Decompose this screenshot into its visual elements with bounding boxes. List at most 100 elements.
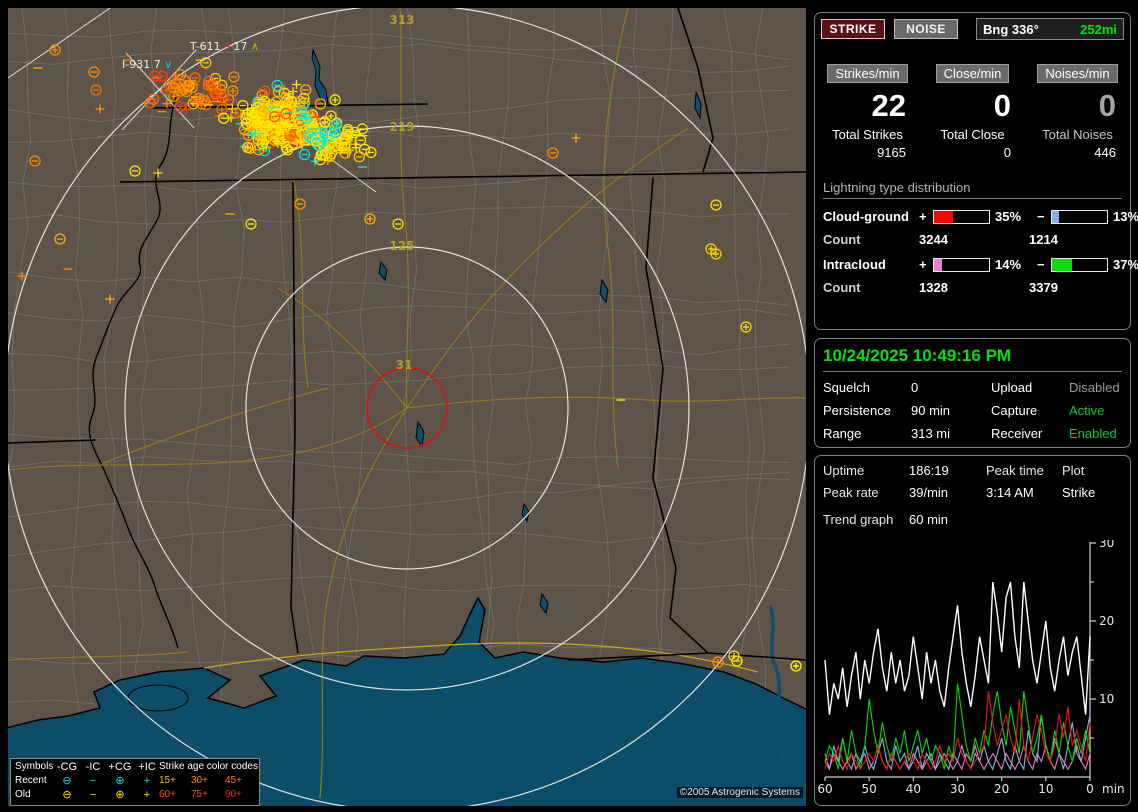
intracloud-count-row: Count 1328 3379	[823, 280, 1122, 295]
noises-per-min-button[interactable]: Noises/min	[1037, 64, 1117, 83]
cg-positive-pct: 35%	[995, 209, 1037, 224]
status-row-3: Range 313 mi Receiver Enabled	[823, 426, 1122, 441]
svg-text:30: 30	[950, 782, 965, 796]
close-per-min-value: 0	[994, 86, 1025, 126]
legend-symbols-header: Symbols	[15, 760, 53, 774]
close-per-min-button[interactable]: Close/min	[936, 64, 1010, 83]
trend-graph: 1020306050403020100min	[817, 540, 1137, 802]
trend-window-value: 60 min	[909, 512, 986, 527]
stats-row-1: Uptime 186:19 Peak time Plot	[823, 463, 1122, 478]
svg-text:T-611 +17 ∧: T-611 +17 ∧	[189, 40, 259, 53]
recent-circle-minus-icon: ⊖	[53, 774, 81, 788]
capture-status: Active	[1069, 403, 1122, 418]
total-close-value: 0	[1004, 145, 1025, 160]
trend-section: Uptime 186:19 Peak time Plot Peak rate 3…	[814, 455, 1131, 806]
app-window: 31125219313 T-611 +17 ∧I-931 7 ∨ Symbols…	[0, 0, 1138, 812]
recent-circle-plus-icon: ⊕	[105, 774, 135, 788]
old-circle-plus-icon: ⊕	[105, 788, 135, 802]
close-per-min-column: Close/min 0 Total Close 0	[920, 64, 1025, 160]
svg-text:min: min	[1102, 782, 1125, 796]
strikes-per-min-value: 22	[872, 86, 920, 126]
noise-indicator-button[interactable]: NOISE	[894, 19, 958, 39]
strike-map[interactable]: 31125219313 T-611 +17 ∧I-931 7 ∨ Symbols…	[8, 8, 806, 806]
ic-negative-pct: 37%	[1113, 257, 1138, 272]
bearing-readout: Bng 336° 252mi	[976, 18, 1124, 40]
bearing-label: Bng 336°	[983, 22, 1039, 37]
recent-minus-icon: −	[81, 774, 105, 788]
status-row-2: Persistence 90 min Capture Active	[823, 403, 1122, 418]
intracloud-row: Intracloud + 14% − 37%	[823, 257, 1122, 272]
legend-row-recent: Recent	[15, 774, 53, 788]
peak-rate-value: 39/min	[909, 485, 986, 500]
upload-label: Upload	[991, 380, 1069, 395]
datetime-display: 10/24/2025 10:49:16 PM	[823, 346, 1122, 372]
legend-col-ic-neg: -IC	[81, 760, 105, 774]
receiver-label: Receiver	[991, 426, 1069, 441]
rates-section: STRIKE NOISE Bng 336° 252mi Strikes/min …	[814, 12, 1131, 330]
cg-negative-pct: 13%	[1113, 209, 1138, 224]
peak-time-value: 3:14 AM	[986, 485, 1062, 500]
old-circle-minus-icon: ⊖	[53, 788, 81, 802]
minus-sign: −	[1037, 209, 1051, 224]
uptime-value: 186:19	[909, 463, 986, 478]
legend-age-title: Strike age color codes	[159, 760, 259, 774]
svg-text:125: 125	[389, 239, 414, 253]
total-strikes-value: 9165	[877, 145, 920, 160]
recent-plus-icon: +	[135, 774, 159, 788]
total-noises-label: Total Noises	[1042, 127, 1113, 142]
trend-graph-label: Trend graph	[823, 512, 909, 527]
ic-positive-bar	[933, 258, 990, 272]
ic-positive-pct: 14%	[995, 257, 1037, 272]
age-code-45: 45+	[225, 774, 259, 788]
cg-positive-count: 3244	[919, 232, 1029, 247]
minus-sign: −	[1037, 257, 1051, 272]
map-canvas[interactable]: 31125219313 T-611 +17 ∧I-931 7 ∨	[8, 8, 806, 806]
trend-graph-row: Trend graph 60 min	[823, 512, 1122, 527]
squelch-value: 0	[911, 380, 991, 395]
capture-label: Capture	[991, 403, 1069, 418]
cg-negative-count: 1214	[1029, 232, 1122, 247]
count-label: Count	[823, 280, 919, 295]
status-row-1: Squelch 0 Upload Disabled	[823, 380, 1122, 395]
range-label: Range	[823, 426, 911, 441]
svg-text:40: 40	[906, 782, 921, 796]
old-plus-icon: +	[135, 788, 159, 802]
age-code-75: 75+	[191, 788, 225, 802]
squelch-label: Squelch	[823, 380, 911, 395]
ic-positive-count: 1328	[919, 280, 1029, 295]
svg-text:10: 10	[1099, 692, 1114, 706]
distribution-title: Lightning type distribution	[823, 180, 1122, 199]
svg-text:219: 219	[389, 120, 414, 134]
plus-sign: +	[919, 257, 933, 272]
receiver-status: Enabled	[1069, 426, 1122, 441]
range-value: 313 mi	[911, 426, 991, 441]
map-legend: Symbols -CG -IC +CG +IC Strike age color…	[10, 758, 260, 806]
strikes-per-min-column: Strikes/min 22 Total Strikes 9165	[815, 64, 920, 160]
copyright-text: ©2005 Astrogenic Systems	[677, 787, 803, 798]
strikes-per-min-button[interactable]: Strikes/min	[827, 64, 907, 83]
ic-negative-count: 3379	[1029, 280, 1122, 295]
strike-indicator-button[interactable]: STRIKE	[821, 19, 885, 39]
old-minus-icon: −	[81, 788, 105, 802]
total-noises-value: 446	[1094, 145, 1130, 160]
peak-time-label: Peak time	[986, 463, 1062, 478]
cloud-ground-row: Cloud-ground + 35% − 13%	[823, 209, 1122, 224]
svg-text:60: 60	[817, 782, 832, 796]
age-code-60: 60+	[159, 788, 191, 802]
persistence-label: Persistence	[823, 403, 911, 418]
svg-text:313: 313	[389, 13, 414, 27]
system-status-section: 10/24/2025 10:49:16 PM Squelch 0 Upload …	[814, 338, 1131, 448]
plot-mode-value: Strike	[1062, 485, 1122, 500]
legend-col-cg-pos: +CG	[105, 760, 135, 774]
noises-per-min-value: 0	[1099, 86, 1130, 126]
svg-text:0: 0	[1086, 782, 1094, 796]
legend-col-ic-pos: +IC	[135, 760, 159, 774]
svg-text:I-931 7 ∨: I-931 7 ∨	[122, 58, 172, 71]
cg-positive-bar	[933, 210, 990, 224]
cloud-ground-count-row: Count 3244 1214	[823, 232, 1122, 247]
stats-row-2: Peak rate 39/min 3:14 AM Strike	[823, 485, 1122, 500]
peak-rate-label: Peak rate	[823, 485, 909, 500]
svg-text:50: 50	[862, 782, 877, 796]
cloud-ground-label: Cloud-ground	[823, 209, 919, 224]
status-panel: STRIKE NOISE Bng 336° 252mi Strikes/min …	[812, 0, 1138, 812]
